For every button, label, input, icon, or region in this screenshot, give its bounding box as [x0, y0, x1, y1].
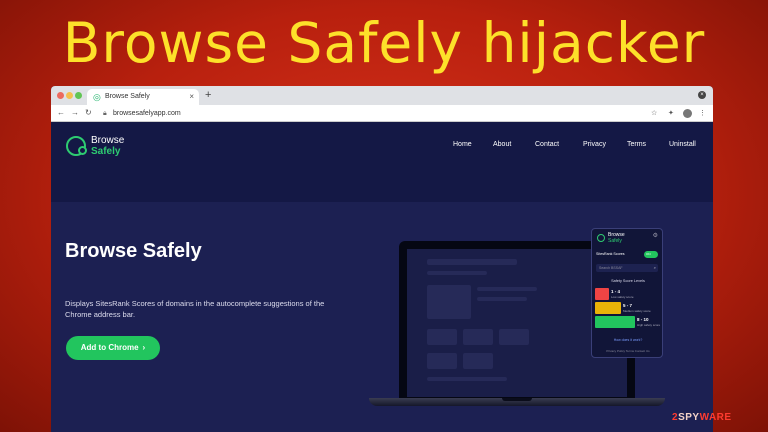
ghost-line — [477, 297, 527, 301]
hero-title: Browse Safely — [65, 240, 202, 262]
nav-uninstall[interactable]: Uninstall — [669, 140, 696, 150]
nav-about[interactable]: About — [493, 140, 511, 150]
hero-description: Displays SitesRank Scores of domains in … — [65, 299, 325, 319]
popup-search-input[interactable]: Search BSSAF ⌕ — [596, 264, 658, 272]
ghost-card — [427, 285, 471, 319]
add-to-chrome-button[interactable]: Add to Chrome › — [66, 336, 160, 360]
nav-contact[interactable]: Contact — [535, 140, 559, 150]
tab-bar: ◎ Browse Safely × + × — [51, 86, 713, 105]
star-icon[interactable]: ☆ — [651, 109, 657, 118]
chevron-right-icon: › — [142, 343, 146, 352]
level-range: 8 - 10 — [637, 317, 649, 322]
how-it-works-link[interactable]: How does it work? — [592, 338, 664, 343]
nav-privacy[interactable]: Privacy — [583, 140, 606, 150]
address-bar: ← → ↻ 🔒︎ browsesafelyapp.com ☆ ✦ ⋮ — [51, 105, 713, 122]
close-window-dot[interactable] — [57, 92, 64, 99]
sitesrank-toggle[interactable]: ON — [644, 251, 658, 258]
ghost-box — [427, 329, 457, 345]
ghost-heading — [427, 259, 517, 265]
tab-title: Browse Safely — [105, 93, 150, 100]
ghost-box — [463, 353, 493, 369]
new-tab-button[interactable]: + — [205, 89, 211, 102]
extensions-icon[interactable]: ✦ — [668, 109, 674, 118]
popup-footer-links[interactable]: Privacy Policy Terms Contact Us — [592, 349, 664, 353]
lock-icon[interactable]: 🔒︎ — [103, 109, 107, 118]
levels-title: Safety Score Levels — [611, 279, 645, 283]
search-placeholder: Search BSSAF — [599, 266, 623, 270]
watermark-suffix: WARE — [699, 412, 732, 423]
laptop-notch — [502, 398, 532, 401]
level-range: 1 - 4 — [611, 289, 621, 294]
tab-browse-safely[interactable]: ◎ Browse Safely × — [87, 89, 199, 105]
ghost-line — [427, 377, 507, 381]
url-input[interactable]: browsesafelyapp.com — [113, 109, 181, 118]
level-bar-high — [595, 316, 635, 328]
browser-window: ◎ Browse Safely × + × ← → ↻ 🔒︎ browsesaf… — [51, 86, 713, 432]
reload-icon[interactable]: ↻ — [85, 108, 92, 118]
level-label: Low safety score — [611, 295, 634, 299]
minimize-window-dot[interactable] — [66, 92, 73, 99]
profile-avatar[interactable] — [683, 109, 692, 118]
level-bar-low — [595, 288, 609, 300]
popup-logo-icon — [597, 234, 605, 242]
level-bar-medium — [595, 302, 621, 314]
level-label: High safety score — [637, 323, 661, 327]
ghost-box — [499, 329, 529, 345]
ghost-line — [477, 287, 537, 291]
ghost-box — [463, 329, 493, 345]
watermark-logo: 2SPYWARE — [672, 412, 732, 424]
cta-label: Add to Chrome — [80, 343, 139, 352]
nav-home[interactable]: Home — [453, 140, 472, 150]
ghost-box — [427, 353, 457, 369]
menu-icon[interactable]: ⋮ — [699, 109, 706, 118]
tab-close-icon[interactable]: × — [189, 92, 194, 102]
maximize-window-dot[interactable] — [75, 92, 82, 99]
gear-icon[interactable]: ⚙ — [653, 233, 658, 240]
magnifier-logo-icon[interactable] — [78, 146, 87, 155]
extension-popup: Browse Safely ⚙ SitesRank Scores ON Sear… — [591, 228, 663, 358]
logo-text-accent[interactable]: Safely — [91, 146, 120, 158]
ghost-line — [427, 271, 487, 275]
back-icon[interactable]: ← — [57, 108, 65, 118]
search-icon: ⌕ — [653, 265, 656, 270]
level-range: 5 - 7 — [623, 303, 633, 308]
level-label: Medium safety score — [623, 309, 651, 313]
sitesrank-label: SitesRank Scores — [596, 252, 625, 256]
popup-brand-accent: Safely — [608, 238, 622, 244]
favicon-icon: ◎ — [93, 92, 101, 102]
article-headline: Browse Safely hijacker — [62, 11, 706, 75]
watermark-middle: SPY — [678, 412, 700, 423]
nav-terms[interactable]: Terms — [627, 140, 646, 150]
window-close-icon[interactable]: × — [698, 91, 706, 99]
forward-icon[interactable]: → — [71, 108, 79, 118]
